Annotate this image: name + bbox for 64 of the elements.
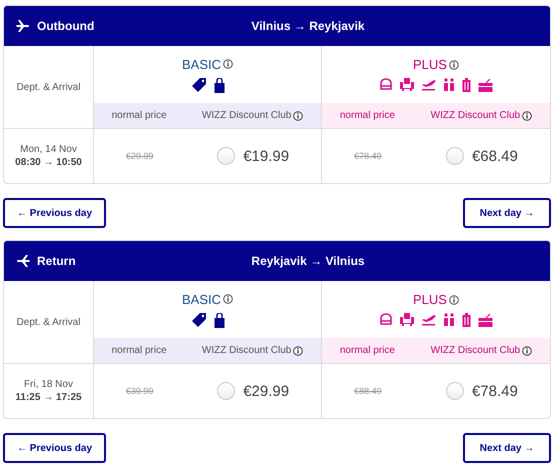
club-price-label: WIZZ Discount Club (430, 345, 520, 356)
airplane-icon (16, 254, 30, 268)
tag-icon (190, 312, 206, 326)
fare-name: BASIC (182, 56, 221, 72)
luggage-icon (462, 313, 471, 327)
takeoff-icon (421, 313, 436, 326)
direction-label: Outbound (37, 19, 94, 33)
normal-price: €29.99 (126, 151, 154, 161)
club-price: €19.99 (243, 148, 290, 164)
fare-name: BASIC (182, 292, 221, 306)
next-day-button[interactable]: Next day → (463, 433, 551, 463)
fare-radio[interactable] (446, 147, 464, 165)
normal-price: €39.99 (126, 386, 154, 396)
flight-times: 08:30 → 10:50 (15, 157, 82, 168)
people-icon (443, 313, 455, 326)
info-icon[interactable] (448, 294, 459, 304)
fare-name: PLUS (413, 57, 447, 72)
fare-name: PLUS (413, 292, 447, 307)
flight-times: 11:25 → 17:25 (15, 392, 82, 403)
previous-day-button[interactable]: ← Previous day (3, 198, 106, 228)
normal-price: €88.49 (354, 386, 382, 396)
seat-icon (379, 78, 393, 91)
column-label: Dept. & Arrival (16, 82, 80, 92)
info-icon[interactable] (223, 294, 233, 304)
normal-price-label: normal price (340, 110, 395, 121)
info-icon[interactable] (522, 110, 532, 120)
club-price-label: WIZZ Discount Club (202, 345, 292, 356)
tag-icon (190, 78, 206, 92)
flight-date: Fri, 18 Nov (24, 379, 73, 390)
fare-radio[interactable] (217, 382, 236, 400)
info-icon[interactable] (448, 60, 459, 70)
info-icon[interactable] (522, 346, 532, 356)
people-icon (443, 78, 455, 91)
fare-radio[interactable] (446, 382, 464, 400)
route-title: Vilnius → Reykjavik (250, 19, 366, 33)
fare-radio[interactable] (217, 147, 236, 165)
luggage-icon (462, 78, 471, 92)
club-price: €78.49 (472, 382, 518, 400)
route-title: Reykjavik → Vilnius (250, 254, 366, 268)
normal-price-label: normal price (340, 345, 395, 356)
airplane-icon (16, 19, 30, 33)
normal-price-label: normal price (112, 110, 167, 121)
bag-icon (214, 312, 224, 328)
previous-day-button[interactable]: ← Previous day (3, 433, 106, 463)
club-price-label: WIZZ Discount Club (430, 110, 520, 121)
normal-price-label: normal price (112, 345, 167, 356)
takeoff-icon (421, 78, 436, 91)
normal-price: €78.49 (354, 151, 382, 161)
info-icon[interactable] (293, 110, 304, 120)
club-price-label: WIZZ Discount Club (202, 110, 292, 121)
direction-label: Return (37, 254, 76, 268)
suitcase-icon (478, 78, 493, 92)
info-icon[interactable] (293, 346, 304, 356)
club-price: €68.49 (472, 148, 518, 164)
seat-icon (379, 313, 393, 326)
bag-icon (214, 78, 224, 92)
info-icon[interactable] (223, 59, 233, 69)
club-price: €29.99 (243, 382, 290, 400)
column-label: Dept. & Arrival (16, 316, 80, 328)
next-day-button[interactable]: Next day → (463, 198, 551, 228)
armchair-icon (400, 78, 414, 91)
armchair-icon (400, 313, 414, 326)
suitcase-icon (478, 313, 493, 327)
flight-date: Mon, 14 Nov (20, 144, 77, 155)
